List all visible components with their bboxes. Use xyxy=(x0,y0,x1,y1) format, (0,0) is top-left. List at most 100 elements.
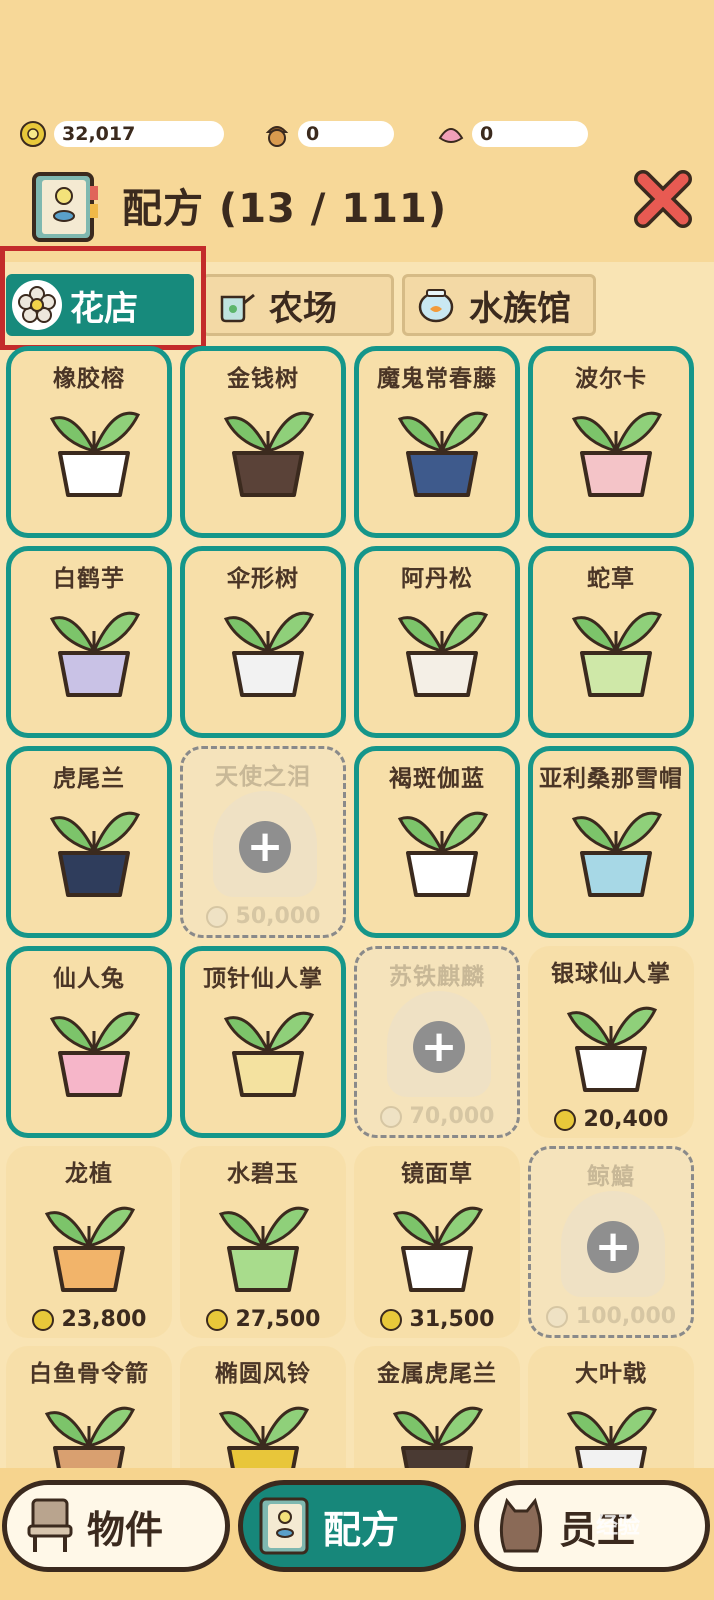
currency-acorns: 0 xyxy=(262,118,394,150)
recipe-card[interactable]: 天使之泪 +50,000 xyxy=(180,746,346,938)
recipe-card[interactable]: 白鹤芋 xyxy=(6,546,172,738)
flower-coin-icon xyxy=(545,1305,568,1328)
recipe-card[interactable]: 苏铁麒麟 +70,000 xyxy=(354,946,520,1138)
plant-pot-icon xyxy=(566,1006,658,1092)
price-value: 50,000 xyxy=(235,904,321,929)
tab-label: 水族馆 xyxy=(469,288,571,329)
flower-coin-icon xyxy=(379,1308,402,1331)
currency-value: 0 xyxy=(298,121,394,147)
plant-pot-icon xyxy=(571,411,663,497)
recipe-card[interactable]: 阿丹松 xyxy=(354,546,520,738)
price-value: 31,500 xyxy=(409,1307,495,1332)
recipe-card[interactable]: 龙植 23,800 xyxy=(6,1146,172,1338)
recipe-card[interactable]: 水碧玉 27,500 xyxy=(180,1146,346,1338)
price-value: 100,000 xyxy=(575,1304,677,1329)
plant-pot-icon xyxy=(223,611,315,697)
recipe-card[interactable]: 仙人兔 xyxy=(6,946,172,1138)
nav-items[interactable]: 物件 xyxy=(2,1480,230,1572)
recipe-card[interactable]: 金钱树 xyxy=(180,346,346,538)
cat-staff-icon xyxy=(493,1495,549,1557)
recipe-book-icon xyxy=(257,1495,313,1557)
plant-pot-icon xyxy=(571,611,663,697)
recipe-card[interactable]: 橡胶榕 xyxy=(6,346,172,538)
recipe-price: 31,500 xyxy=(354,1307,520,1332)
flower-coin-icon xyxy=(205,1308,228,1331)
tab-farm[interactable]: 农场 xyxy=(202,274,394,336)
price-value: 20,400 xyxy=(583,1107,669,1132)
flower-coin-icon xyxy=(31,1308,54,1331)
plant-pot-icon xyxy=(397,411,489,497)
unlock-plus-icon[interactable]: + xyxy=(413,1021,465,1073)
recipe-grid: 橡胶榕 金钱树 魔鬼常春藤 波尔卡白鹤芋 伞形树 阿丹松 蛇草虎尾兰 天使之泪 +50,000 褐… xyxy=(0,342,714,1500)
plant-pot-icon xyxy=(49,1011,141,1097)
plant-pot-icon xyxy=(49,411,141,497)
recipe-name: 苏铁麒麟 xyxy=(389,964,485,990)
plant-pot-icon xyxy=(397,811,489,897)
plant-pot-icon xyxy=(49,811,141,897)
plant-pot-icon xyxy=(223,411,315,497)
recipe-card[interactable]: 魔鬼常春藤 xyxy=(354,346,520,538)
recipe-book-icon xyxy=(28,170,100,246)
chair-icon xyxy=(23,1496,77,1556)
plant-pot-icon xyxy=(44,1206,136,1292)
nav-staff[interactable]: 员工 xyxy=(474,1480,710,1572)
recipe-price: 50,000 xyxy=(183,904,343,929)
plant-pot-icon xyxy=(218,1206,310,1292)
recipe-card[interactable]: 镜面草 31,500 xyxy=(354,1146,520,1338)
recipe-name: 金属虎尾兰 xyxy=(377,1361,497,1387)
flower-tab-icon xyxy=(12,280,62,330)
plant-pot-icon xyxy=(397,611,489,697)
plant-pot-icon xyxy=(571,811,663,897)
recipe-name: 椭圆风铃 xyxy=(215,1361,311,1387)
recipe-name: 蛇草 xyxy=(587,566,635,592)
flower-coin-icon xyxy=(553,1108,576,1131)
recipe-card[interactable]: 蛇草 xyxy=(528,546,694,738)
recipe-name: 虎尾兰 xyxy=(53,766,125,792)
unlock-plus-icon[interactable]: + xyxy=(239,821,291,873)
tab-aquarium[interactable]: 水族馆 xyxy=(402,274,596,336)
recipe-name: 水碧玉 xyxy=(227,1161,299,1187)
acorn-icon xyxy=(262,119,292,149)
recipe-card[interactable]: 鲸鱚 +100,000 xyxy=(528,1146,694,1338)
recipe-name: 天使之泪 xyxy=(215,764,311,790)
recipe-card[interactable]: 亚利桑那雪帽 xyxy=(528,746,694,938)
recipe-name: 橡胶榕 xyxy=(53,366,125,392)
plant-pot-icon xyxy=(392,1206,484,1292)
recipe-name: 银球仙人掌 xyxy=(551,961,671,987)
recipe-card[interactable]: 波尔卡 xyxy=(528,346,694,538)
watering-can-icon xyxy=(211,280,261,330)
unlock-plus-icon[interactable]: + xyxy=(587,1221,639,1273)
recipe-card[interactable]: 银球仙人掌 20,400 xyxy=(528,946,694,1138)
tab-flower-shop[interactable]: 花店 xyxy=(6,274,194,336)
recipe-name: 白鱼骨令箭 xyxy=(29,1361,149,1387)
currency-shells: 0 xyxy=(436,118,588,150)
recipe-card[interactable]: 顶针仙人掌 xyxy=(180,946,346,1138)
nav-label: 物件 xyxy=(87,1507,164,1552)
price-value: 23,800 xyxy=(61,1307,147,1332)
recipe-card[interactable]: 褐斑伽蓝 xyxy=(354,746,520,938)
nav-recipes[interactable]: 配方 xyxy=(238,1480,466,1572)
close-button[interactable] xyxy=(630,166,696,232)
page-title: 配方 (13 / 111) xyxy=(122,186,448,232)
fish-bowl-icon xyxy=(411,280,461,330)
recipe-name: 顶针仙人掌 xyxy=(203,966,323,992)
recipe-price: 27,500 xyxy=(180,1307,346,1332)
flower-coin-icon xyxy=(205,905,228,928)
watermark: 经验 xyxy=(596,1514,641,1539)
currency-value: 0 xyxy=(472,121,588,147)
recipe-name: 鲸鱚 xyxy=(587,1164,635,1190)
price-value: 27,500 xyxy=(235,1307,321,1332)
plant-pot-icon xyxy=(223,1011,315,1097)
recipe-card[interactable]: 伞形树 xyxy=(180,546,346,738)
tab-label: 农场 xyxy=(269,288,337,329)
recipe-name: 褐斑伽蓝 xyxy=(389,766,485,792)
recipe-name: 大叶戟 xyxy=(575,1361,647,1387)
recipe-price: 100,000 xyxy=(531,1304,691,1329)
recipe-card[interactable]: 虎尾兰 xyxy=(6,746,172,938)
recipe-name: 阿丹松 xyxy=(401,566,473,592)
recipe-price: 20,400 xyxy=(528,1107,694,1132)
recipe-name: 魔鬼常春藤 xyxy=(377,366,497,392)
pink-shell-icon xyxy=(436,119,466,149)
recipe-name: 白鹤芋 xyxy=(53,566,125,592)
recipe-name: 镜面草 xyxy=(401,1161,473,1187)
